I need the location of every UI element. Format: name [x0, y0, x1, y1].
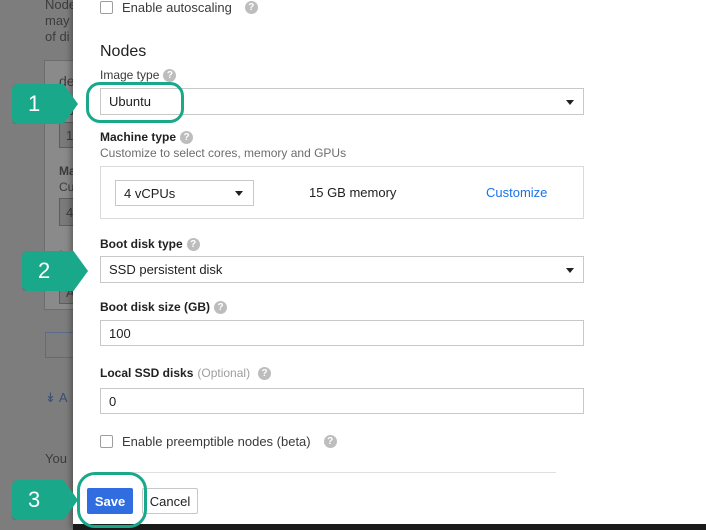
callout-number: 3 — [28, 487, 41, 512]
customize-link[interactable]: Customize — [486, 185, 547, 200]
autoscaling-checkbox[interactable] — [100, 1, 113, 14]
background-text: Node — [45, 0, 77, 12]
machine-type-label-row: Machine type ? — [100, 130, 194, 144]
machine-type-label: Machine type — [100, 130, 177, 144]
optional-text: (Optional) — [197, 366, 251, 380]
autoscaling-label: Enable autoscaling — [122, 0, 232, 15]
callout-highlight-save — [77, 472, 147, 528]
help-icon[interactable]: ? — [163, 68, 177, 82]
boot-disk-type-select[interactable]: SSD persistent disk — [100, 256, 584, 283]
memory-text: 15 GB memory — [309, 185, 397, 200]
boot-disk-type-value: SSD persistent disk — [109, 262, 223, 277]
callout-highlight-image-type — [86, 82, 184, 123]
background-link-label: A — [58, 390, 68, 405]
preemptible-label: Enable preemptible nodes (beta) — [122, 434, 311, 449]
footer-divider — [100, 472, 556, 473]
local-ssd-label-row: Local SSD disks (Optional) ? — [100, 366, 272, 380]
background-text: You — [45, 451, 67, 466]
background-text: of di — [45, 29, 70, 44]
boot-disk-type-label-row: Boot disk type ? — [100, 237, 200, 251]
boot-disk-size-label: Boot disk size (GB) — [100, 300, 211, 314]
machine-type-sublabel: Customize to select cores, memory and GP… — [100, 146, 347, 160]
callout-number: 2 — [38, 258, 51, 283]
cpu-select[interactable]: 4 vCPUs — [115, 180, 254, 206]
cancel-button[interactable]: Cancel — [142, 488, 198, 514]
boot-disk-size-input[interactable]: 100 — [100, 320, 584, 346]
boot-disk-size-label-row: Boot disk size (GB) ? — [100, 300, 228, 314]
help-icon[interactable]: ? — [180, 130, 194, 144]
local-ssd-label: Local SSD disks — [100, 366, 194, 380]
background-link: ↡ A — [45, 390, 67, 406]
bottom-edge — [73, 524, 706, 530]
chevron-double-down-icon: ↡ — [45, 390, 56, 405]
image-type-label-row: Image type ? — [100, 68, 177, 82]
section-title: Nodes — [100, 43, 147, 60]
help-icon[interactable]: ? — [186, 237, 200, 251]
local-ssd-input[interactable]: 0 — [100, 388, 584, 414]
dropdown-caret-icon — [566, 100, 574, 105]
boot-disk-type-label: Boot disk type — [100, 237, 183, 251]
callout-number: 1 — [28, 91, 41, 116]
image-type-label: Image type — [100, 68, 160, 82]
help-icon[interactable]: ? — [323, 435, 337, 448]
help-icon[interactable]: ? — [258, 366, 272, 380]
preemptible-checkbox[interactable] — [100, 435, 113, 448]
help-icon[interactable]: ? — [214, 300, 228, 314]
cpu-value: 4 vCPUs — [124, 185, 176, 201]
preemptible-row[interactable]: Enable preemptible nodes (beta) ? — [100, 434, 337, 449]
dropdown-caret-icon — [566, 268, 574, 273]
boot-disk-size-value: 100 — [109, 325, 131, 341]
local-ssd-value: 0 — [109, 393, 117, 409]
autoscaling-row[interactable]: Enable autoscaling ? — [100, 0, 258, 15]
background-text: may — [45, 13, 70, 28]
help-icon[interactable]: ? — [244, 1, 258, 14]
dropdown-caret-icon — [235, 191, 243, 196]
